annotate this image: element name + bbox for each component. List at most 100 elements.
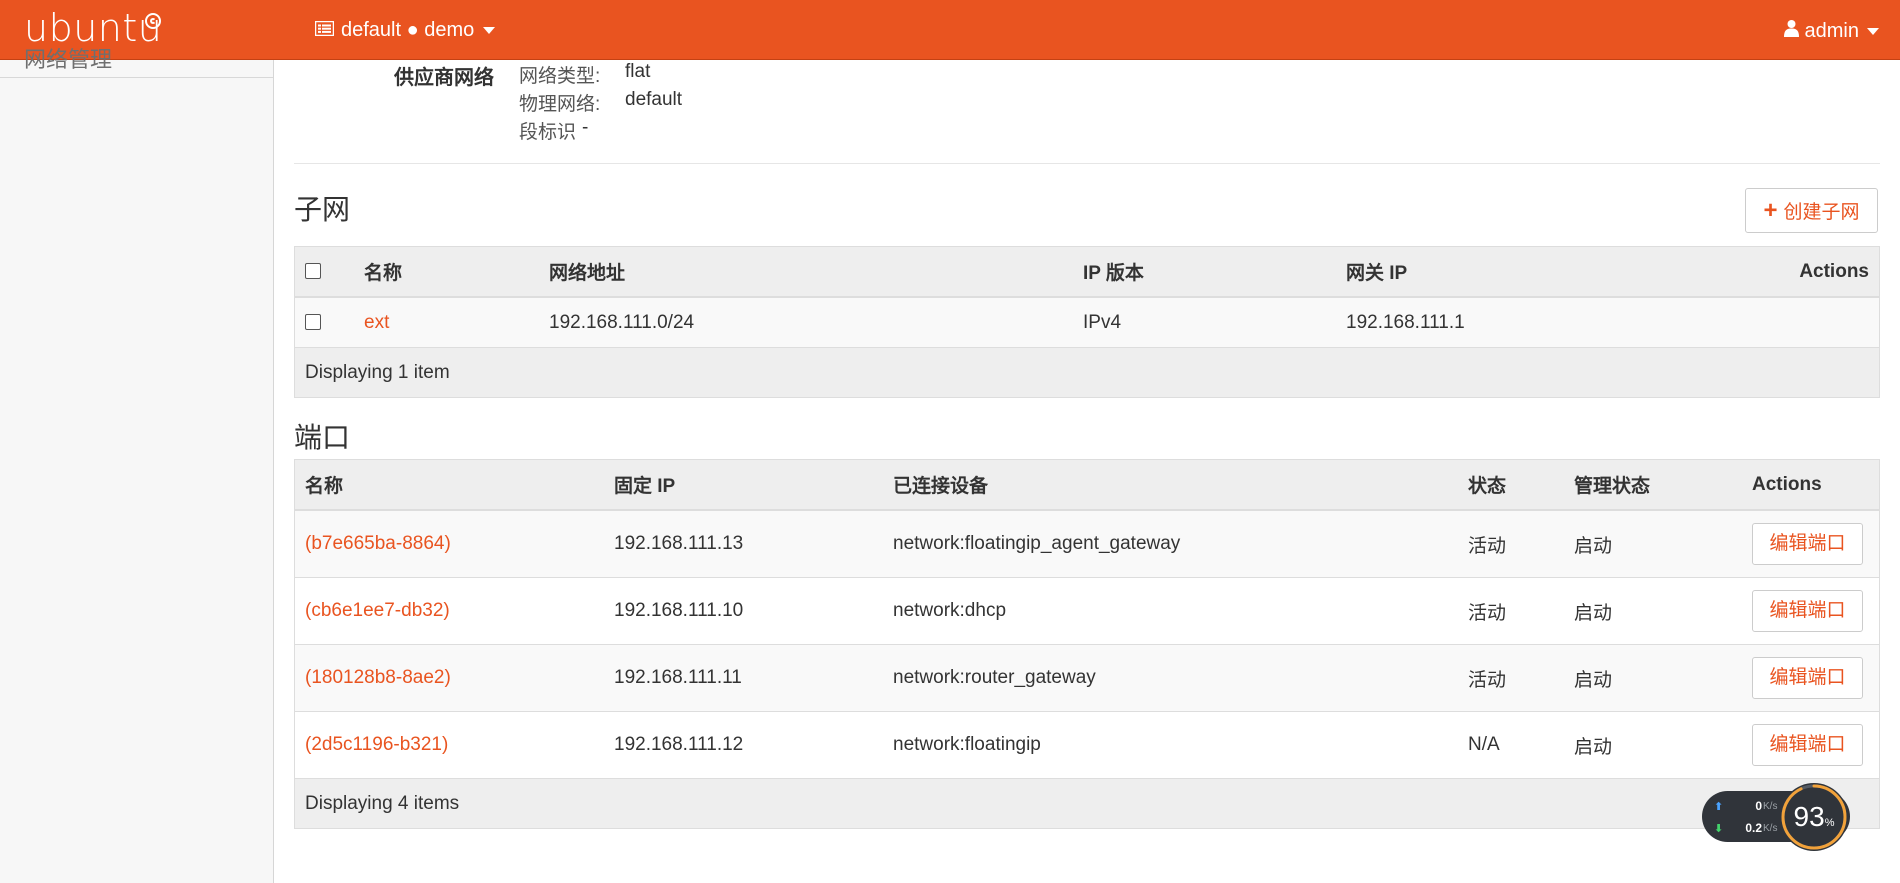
subnet-actions (1759, 296, 1880, 348)
upload-unit: K/s (1763, 800, 1778, 812)
port-actions: 编辑端口 (1742, 711, 1880, 779)
port-device: network:floatingip (883, 711, 1458, 779)
port-admin-state: 启动 (1564, 577, 1742, 645)
port-admin-state: 启动 (1564, 711, 1742, 779)
ports-table: 名称 固定 IP 已连接设备 状态 管理状态 Actions (b7e665ba… (294, 459, 1880, 829)
row-select-cell (294, 296, 354, 348)
table-row: ext 192.168.111.0/24 IPv4 192.168.111.1 (294, 296, 1880, 348)
detail-key: 网络类型: (519, 66, 601, 87)
ports-title: 端口 (294, 422, 351, 453)
port-actions: 编辑端口 (1742, 644, 1880, 712)
brand-logo[interactable]: ubuntu (24, 6, 162, 50)
gauge-percent: 93 (1793, 801, 1825, 832)
user-name: admin (1804, 19, 1859, 42)
port-fixed-ip: 192.168.111.12 (604, 711, 883, 779)
port-device: network:router_gateway (883, 644, 1458, 712)
provider-network-label: 供应商网络 (394, 67, 494, 89)
edit-port-button[interactable]: 编辑端口 (1752, 590, 1863, 632)
gauge-readout: 93% (1778, 781, 1850, 853)
port-admin-state: 启动 (1564, 644, 1742, 712)
port-fixed-ip: 192.168.111.10 (604, 577, 883, 645)
gauge-percent-unit: % (1824, 817, 1835, 829)
port-name-link[interactable]: (2d5c1196-b321) (294, 711, 604, 779)
upload-speed: ⬆ 0 K/s (1714, 799, 1777, 813)
create-subnet-label: 创建子网 (1783, 202, 1860, 223)
download-speed: ⬇ 0.2 K/s (1714, 821, 1777, 835)
row-checkbox[interactable] (305, 314, 321, 331)
subnet-name-link[interactable]: ext (354, 296, 539, 348)
upload-arrow-icon: ⬆ (1714, 800, 1724, 813)
column-header[interactable]: 状态 (1458, 459, 1564, 511)
edit-port-button[interactable]: 编辑端口 (1752, 657, 1863, 699)
user-icon (1783, 19, 1799, 43)
table-row: (2d5c1196-b321) 192.168.111.12 network:f… (294, 711, 1880, 779)
edit-port-button[interactable]: 编辑端口 (1752, 523, 1863, 565)
plus-icon: + (1763, 196, 1778, 224)
port-device: network:dhcp (883, 577, 1458, 645)
table-footer: Displaying 1 item (294, 347, 1880, 398)
select-all-checkbox[interactable] (305, 263, 321, 280)
column-header[interactable]: 已连接设备 (883, 459, 1458, 511)
column-header[interactable]: IP 版本 (1073, 246, 1336, 298)
port-admin-state: 启动 (1564, 509, 1742, 578)
chevron-down-icon (1867, 27, 1879, 35)
column-header[interactable]: 固定 IP (604, 459, 883, 511)
table-row: (180128b8-8ae2) 192.168.111.11 network:r… (294, 644, 1880, 712)
port-name-link[interactable]: (180128b8-8ae2) (294, 644, 604, 712)
download-unit: K/s (1763, 822, 1778, 834)
port-status: 活动 (1458, 577, 1564, 645)
port-name-link[interactable]: (cb6e1ee7-db32) (294, 577, 604, 645)
table-row: (b7e665ba-8864) 192.168.111.13 network:f… (294, 509, 1880, 578)
top-navbar: ubuntu default ● demo admin (0, 0, 1900, 60)
download-arrow-icon: ⬇ (1714, 822, 1724, 835)
table-footer-count: Displaying 1 item (294, 347, 1880, 398)
column-header: Actions (1759, 246, 1880, 298)
column-header[interactable]: 管理状态 (1564, 459, 1742, 511)
subnet-ip-version: IPv4 (1073, 296, 1336, 348)
detail-value: - (582, 117, 589, 138)
sidebar: 网络管理 (0, 47, 274, 883)
project-switcher[interactable]: default ● demo (314, 19, 496, 42)
section-divider (294, 163, 1880, 164)
sidebar-item-label[interactable]: 网络管理 (24, 46, 112, 70)
table-row: (cb6e1ee7-db32) 192.168.111.10 network:d… (294, 577, 1880, 645)
download-value: 0.2 (1745, 821, 1762, 835)
subnet-gateway: 192.168.111.1 (1336, 296, 1759, 348)
port-actions: 编辑端口 (1742, 577, 1880, 645)
column-header[interactable]: 名称 (294, 459, 604, 511)
table-footer-count: Displaying 4 items (294, 778, 1880, 829)
subnets-title: 子网 (294, 194, 351, 225)
create-subnet-button[interactable]: + 创建子网 (1745, 188, 1878, 233)
port-name-link[interactable]: (b7e665ba-8864) (294, 509, 604, 578)
provider-network-type: 网络类型: flat (519, 61, 650, 88)
port-actions: 编辑端口 (1742, 509, 1880, 578)
detail-value: flat (625, 61, 651, 82)
column-header[interactable]: 网络地址 (539, 246, 1073, 298)
column-header[interactable]: 网关 IP (1336, 246, 1759, 298)
port-device: network:floatingip_agent_gateway (883, 509, 1458, 578)
subnets-table: 名称 网络地址 IP 版本 网关 IP Actions ext 192.168.… (294, 246, 1880, 398)
port-status: 活动 (1458, 644, 1564, 712)
chevron-down-icon (483, 27, 496, 34)
port-fixed-ip: 192.168.111.13 (604, 509, 883, 578)
select-all-cell (294, 246, 354, 298)
port-fixed-ip: 192.168.111.11 (604, 644, 883, 712)
provider-physical-network: 物理网络: default (519, 89, 682, 116)
subnet-cidr: 192.168.111.0/24 (539, 296, 1073, 348)
project-switcher-label: default ● demo (341, 19, 475, 41)
user-menu[interactable]: admin (1783, 19, 1879, 43)
project-list-icon (314, 19, 335, 42)
detail-value: default (625, 89, 683, 110)
column-header[interactable]: 名称 (354, 246, 539, 298)
memory-usage-gauge[interactable]: 93% (1778, 781, 1850, 853)
port-status: 活动 (1458, 509, 1564, 578)
edit-port-button[interactable]: 编辑端口 (1752, 724, 1863, 766)
detail-key: 物理网络: (519, 94, 601, 115)
upload-value: 0 (1755, 799, 1762, 813)
detail-key: 段标识 (519, 122, 577, 143)
sidebar-divider (0, 77, 273, 78)
brand-circle-icon (145, 13, 161, 29)
column-header: Actions (1742, 459, 1880, 511)
provider-segment-id: 段标识 - (519, 117, 588, 144)
port-status: N/A (1458, 711, 1564, 779)
